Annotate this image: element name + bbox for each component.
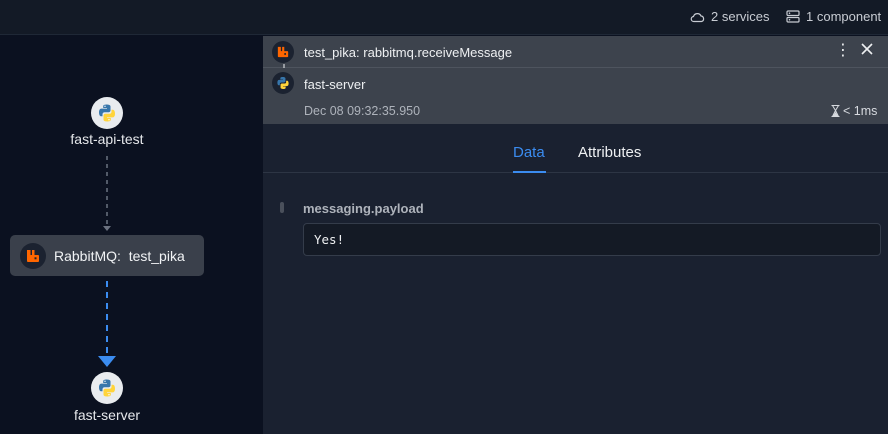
top-bar: 2 services 1 component [0,0,888,35]
service-graph: fast-api-test RabbitMQ: test_pika fast-s… [0,36,263,434]
duration: < 1ms [831,104,877,118]
edge-arrowhead-gray [103,226,111,231]
span-title: test_pika: rabbitmq.receiveMessage [304,45,513,60]
node-label-rabbitmq: RabbitMQ: test_pika [54,247,185,264]
rabbitmq-icon [20,242,46,269]
server-icon [786,10,800,23]
cloud-icon [690,12,705,22]
more-options-icon[interactable]: ⋮ [835,42,851,60]
edge-arrowhead-blue [98,356,116,367]
close-icon[interactable] [860,42,874,61]
field-label: messaging.payload [303,201,424,216]
hourglass-icon [831,105,840,117]
active-tab-indicator [513,171,546,173]
services-label: 2 services [711,9,770,24]
rabbitmq-icon [272,41,294,63]
node-label-fast-server[interactable]: fast-server [40,407,174,423]
components-label: 1 component [806,9,882,24]
service-name: fast-server [304,77,366,92]
field-value[interactable]: Yes! [303,223,881,256]
detail-tabs: Data Attributes [263,124,888,173]
span-header: test_pika: rabbitmq.receiveMessage ⋮ [263,36,888,68]
node-label-fast-api-test[interactable]: fast-api-test [40,131,174,147]
timestamp: Dec 08 09:32:35.950 [304,104,421,118]
services-count[interactable]: 2 services [690,9,770,24]
duration-value: < 1ms [843,104,878,118]
tab-data[interactable]: Data [513,144,545,161]
python-icon[interactable] [91,372,123,404]
timing-row: Dec 08 09:32:35.950 < 1ms [263,99,888,124]
python-icon[interactable] [91,97,123,129]
span-detail-panel: test_pika: rabbitmq.receiveMessage ⋮ fas… [263,36,888,434]
python-icon [272,72,294,94]
service-row: fast-server [263,68,888,99]
components-count[interactable]: 1 component [786,9,881,24]
drag-handle-icon[interactable] [280,202,284,213]
node-rabbitmq[interactable]: RabbitMQ: test_pika [10,235,204,276]
tab-attributes[interactable]: Attributes [578,144,641,161]
